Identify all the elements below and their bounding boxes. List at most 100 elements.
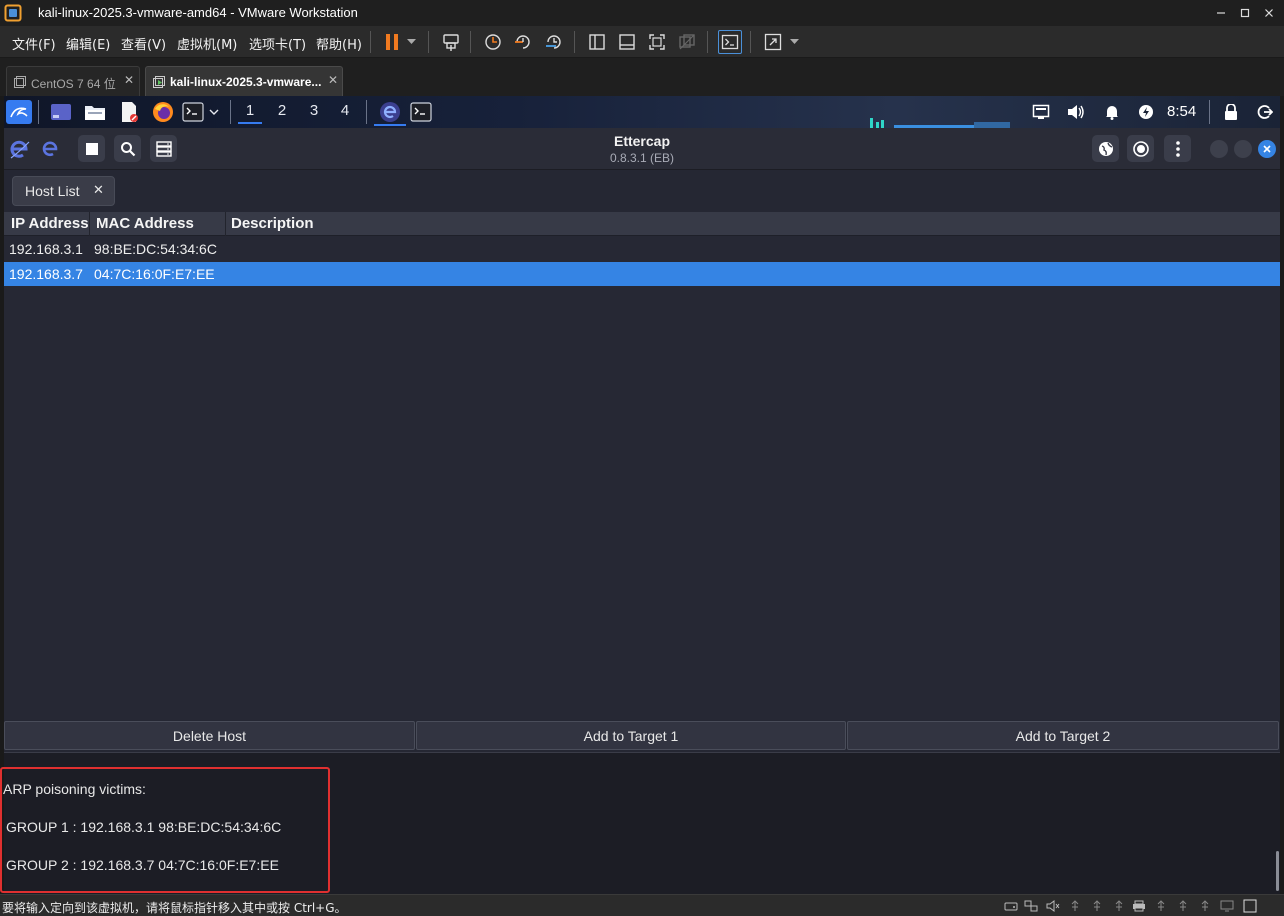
menu-edit[interactable]: 编辑(E): [66, 34, 110, 53]
kebab-menu-icon: [1175, 140, 1180, 157]
menu-vm[interactable]: 虚拟机(M): [177, 34, 237, 53]
snapshot-manager-icon[interactable]: [542, 30, 566, 54]
notifications-bell-icon[interactable]: [1099, 100, 1125, 124]
panel-separator: [366, 100, 367, 124]
terminal-task-icon[interactable]: [408, 100, 434, 124]
table-row[interactable]: 192.168.3.1 98:BE:DC:54:34:6C: [4, 237, 1280, 261]
message-log-icon[interactable]: [1242, 899, 1258, 913]
thumbnail-bar-icon[interactable]: [615, 30, 639, 54]
revert-snapshot-icon[interactable]: [511, 30, 535, 54]
kali-menu-icon[interactable]: [6, 100, 32, 124]
globe-icon: [1098, 141, 1114, 157]
lock-screen-icon[interactable]: [1218, 100, 1244, 124]
ettercap-version: 0.8.3.1 (EB): [609, 151, 675, 165]
host-table: IP Address MAC Address Description 192.1…: [4, 212, 1280, 720]
ettercap-window: Ettercap 0.8.3.1 (EB) Host List ✕ IP Add…: [0, 128, 1280, 894]
window-title: kali-linux-2025.3-vmware-amd64 - VMware …: [38, 5, 358, 20]
close-app-button[interactable]: [1258, 140, 1276, 158]
show-library-icon[interactable]: [585, 30, 609, 54]
vm-display[interactable]: 1 2 3 4 8:54 Ettercap 0.8.3.1 (EB) Host …: [0, 96, 1284, 894]
terminal-launcher-icon[interactable]: [180, 100, 206, 124]
usb-device-icon[interactable]: [1175, 899, 1191, 913]
close-window-button[interactable]: [1257, 0, 1281, 26]
log-scrollbar[interactable]: [1276, 851, 1279, 891]
cpu-usage-graph: [868, 110, 1012, 128]
usb-device-icon[interactable]: [1197, 899, 1213, 913]
workspace-4[interactable]: 4: [333, 102, 357, 124]
cell-ip: 192.168.3.7: [9, 266, 83, 282]
logout-icon[interactable]: [1252, 100, 1278, 124]
console-view-icon[interactable]: [718, 30, 742, 54]
log-output[interactable]: ARP poisoning victims: GROUP 1 : 192.168…: [0, 752, 1280, 894]
tab-host-list[interactable]: Host List ✕: [12, 176, 115, 206]
log-line-group-2: GROUP 2 : 192.168.3.7 04:7C:16:0F:E7:EE: [6, 857, 279, 873]
volume-icon[interactable]: [1063, 100, 1089, 124]
text-editor-icon[interactable]: [116, 100, 142, 124]
log-line-arp-victims: ARP poisoning victims:: [3, 781, 146, 797]
hard-disk-icon[interactable]: [1003, 899, 1019, 913]
file-manager-icon[interactable]: [82, 100, 108, 124]
send-ctrl-alt-del-icon[interactable]: [439, 30, 463, 54]
pause-icon[interactable]: [380, 30, 404, 54]
terminal-dropdown-icon[interactable]: [206, 100, 222, 124]
close-tab-icon[interactable]: ✕: [93, 182, 104, 198]
workspace-3[interactable]: 3: [302, 102, 326, 124]
toolbar-separator: [574, 31, 575, 53]
stretch-view-icon[interactable]: [761, 30, 785, 54]
column-header-description[interactable]: Description: [226, 212, 1280, 236]
workspace-2[interactable]: 2: [270, 102, 294, 124]
toolbar-separator: [470, 31, 471, 53]
menu-tabs[interactable]: 选项卡(T): [249, 34, 306, 53]
ettercap-menu-button[interactable]: [1164, 135, 1191, 162]
show-desktop-icon[interactable]: [48, 100, 74, 124]
log-line-group-1: GROUP 1 : 192.168.3.1 98:BE:DC:54:34:6C: [6, 819, 282, 835]
toolbar-separator: [750, 31, 751, 53]
network-icon[interactable]: [1028, 100, 1054, 124]
usb-device-icon[interactable]: [1153, 899, 1169, 913]
minimize-button[interactable]: [1209, 0, 1233, 26]
close-tab-icon[interactable]: ✕: [124, 73, 134, 87]
stretch-dropdown-icon[interactable]: [785, 30, 803, 54]
vm-tab-strip: CentOS 7 64 位 ✕ kali-linux-2025.3-vmware…: [0, 58, 1284, 96]
usb-device-icon[interactable]: [1111, 899, 1127, 913]
network-adapter-icon[interactable]: [1023, 899, 1039, 913]
power-dropdown-icon[interactable]: [402, 30, 420, 54]
panel-clock[interactable]: 8:54: [1167, 103, 1196, 120]
add-to-target-2-button[interactable]: Add to Target 2: [847, 721, 1279, 750]
menu-help[interactable]: 帮助(H): [316, 34, 362, 53]
tab-kali-linux[interactable]: kali-linux-2025.3-vmware... ✕: [145, 66, 343, 96]
cell-mac: 98:BE:DC:54:34:6C: [94, 241, 217, 257]
close-tab-icon[interactable]: ✕: [328, 73, 338, 87]
full-screen-icon[interactable]: [645, 30, 669, 54]
maximize-window-button[interactable]: [1234, 140, 1252, 158]
ettercap-task-icon[interactable]: [374, 100, 406, 126]
vmware-app-icon: [4, 4, 22, 22]
maximize-button[interactable]: [1233, 0, 1257, 26]
column-header-mac[interactable]: MAC Address: [90, 212, 226, 236]
printer-icon[interactable]: [1131, 899, 1147, 913]
table-row-selected[interactable]: 192.168.3.7 04:7C:16:0F:E7:EE: [4, 262, 1280, 286]
usb-device-icon[interactable]: [1067, 899, 1083, 913]
usb-device-icon[interactable]: [1089, 899, 1105, 913]
display-icon[interactable]: [1219, 899, 1235, 913]
panel-separator: [38, 100, 39, 124]
sound-card-icon[interactable]: [1045, 899, 1061, 913]
filters-button[interactable]: [1127, 135, 1154, 162]
snapshot-icon[interactable]: [481, 30, 505, 54]
mitm-menu-button[interactable]: [1092, 135, 1119, 162]
menu-view[interactable]: 查看(V): [121, 34, 166, 53]
firefox-icon[interactable]: [150, 100, 176, 124]
tab-centos[interactable]: CentOS 7 64 位 ✕: [6, 66, 140, 96]
power-manager-icon[interactable]: [1133, 100, 1159, 124]
ettercap-title: Ettercap: [613, 133, 671, 149]
tab-label: CentOS 7 64 位: [31, 77, 116, 91]
workspace-1[interactable]: 1: [238, 102, 262, 124]
menu-toolbar: 文件(F) 编辑(E) 查看(V) 虚拟机(M) 选项卡(T) 帮助(H): [0, 26, 1284, 58]
status-message: 要将输入定向到该虚拟机，请将鼠标指针移入其中或按 Ctrl+G。: [2, 901, 347, 915]
delete-host-button[interactable]: Delete Host: [4, 721, 415, 750]
panel-separator: [230, 100, 231, 124]
column-header-ip[interactable]: IP Address: [4, 212, 90, 236]
menu-file[interactable]: 文件(F): [12, 34, 56, 53]
minimize-window-button[interactable]: [1210, 140, 1228, 158]
add-to-target-1-button[interactable]: Add to Target 1: [416, 721, 846, 750]
